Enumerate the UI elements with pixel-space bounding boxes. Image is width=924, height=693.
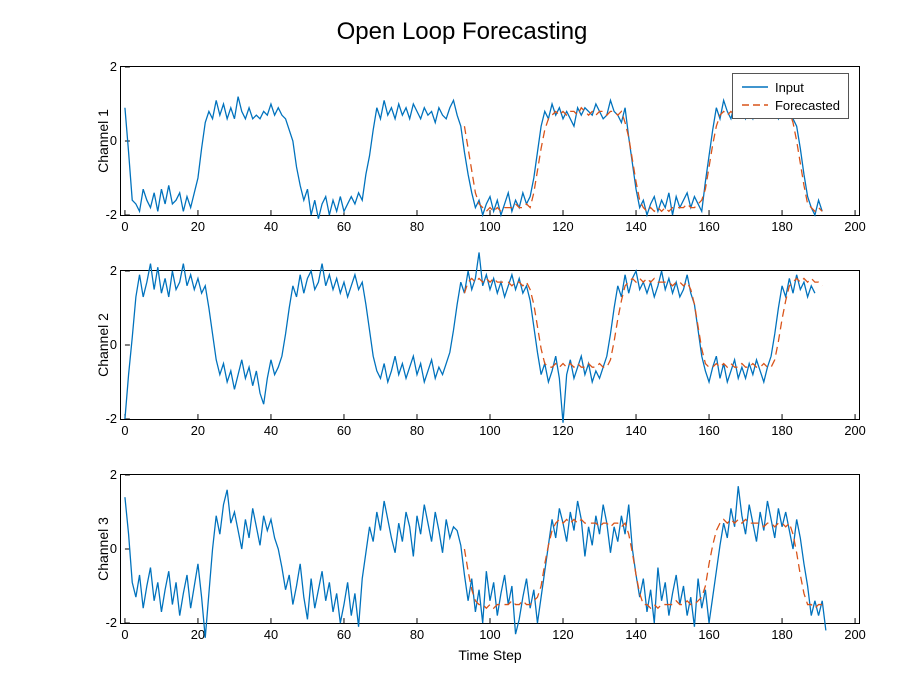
svg-text:160: 160 — [698, 627, 719, 642]
svg-text:2: 2 — [110, 263, 117, 278]
legend-item-input: Input — [741, 78, 840, 96]
xlabel: Time Step — [121, 647, 859, 663]
svg-text:120: 120 — [552, 627, 573, 642]
svg-text:60: 60 — [337, 219, 351, 234]
svg-text:100: 100 — [479, 627, 500, 642]
legend-label-input: Input — [775, 80, 804, 95]
plot-svg: 020406080100120140160180200-202 — [121, 475, 859, 623]
chart-panel-1: Channel 1020406080100120140160180200-202… — [120, 66, 860, 216]
svg-text:0: 0 — [121, 219, 128, 234]
svg-text:-2: -2 — [106, 207, 117, 222]
svg-text:0: 0 — [110, 541, 117, 556]
plot-svg: 020406080100120140160180200-202 — [121, 271, 859, 419]
legend: Input Forecasted — [732, 73, 849, 119]
figure: Open Loop Forecasting Channel 1020406080… — [0, 0, 924, 693]
ylabel: Channel 1 — [95, 109, 111, 173]
svg-text:-2: -2 — [106, 411, 117, 426]
svg-text:20: 20 — [191, 423, 205, 438]
svg-text:40: 40 — [264, 627, 278, 642]
svg-text:120: 120 — [552, 423, 573, 438]
legend-label-forecasted: Forecasted — [775, 98, 840, 113]
svg-text:20: 20 — [191, 627, 205, 642]
svg-text:160: 160 — [698, 219, 719, 234]
chart-title: Open Loop Forecasting — [0, 18, 924, 46]
series-input — [125, 486, 826, 638]
ylabel: Channel 3 — [95, 517, 111, 581]
series-input — [125, 97, 822, 219]
svg-text:200: 200 — [844, 423, 865, 438]
legend-item-forecasted: Forecasted — [741, 96, 840, 114]
svg-text:200: 200 — [844, 219, 865, 234]
svg-text:0: 0 — [110, 337, 117, 352]
chart-panel-2: Channel 2020406080100120140160180200-202 — [120, 270, 860, 420]
svg-text:120: 120 — [552, 219, 573, 234]
svg-text:180: 180 — [771, 627, 792, 642]
legend-swatch-forecasted — [741, 99, 769, 111]
legend-swatch-input — [741, 81, 769, 93]
svg-text:100: 100 — [479, 219, 500, 234]
series-forecasted — [464, 278, 822, 367]
svg-text:180: 180 — [771, 423, 792, 438]
chart-panel-3: Channel 3020406080100120140160180200-202… — [120, 474, 860, 624]
svg-text:60: 60 — [337, 627, 351, 642]
svg-text:2: 2 — [110, 467, 117, 482]
svg-text:40: 40 — [264, 219, 278, 234]
svg-text:140: 140 — [625, 219, 646, 234]
series-forecasted — [464, 108, 822, 212]
series-forecasted — [464, 519, 822, 608]
svg-text:80: 80 — [410, 219, 424, 234]
svg-text:-2: -2 — [106, 615, 117, 630]
ylabel: Channel 2 — [95, 313, 111, 377]
svg-text:180: 180 — [771, 219, 792, 234]
svg-text:60: 60 — [337, 423, 351, 438]
series-input — [125, 252, 815, 422]
svg-text:20: 20 — [191, 219, 205, 234]
svg-text:200: 200 — [844, 627, 865, 642]
svg-text:140: 140 — [625, 627, 646, 642]
svg-text:0: 0 — [121, 423, 128, 438]
svg-text:80: 80 — [410, 423, 424, 438]
svg-text:0: 0 — [121, 627, 128, 642]
svg-text:40: 40 — [264, 423, 278, 438]
svg-text:0: 0 — [110, 133, 117, 148]
svg-text:100: 100 — [479, 423, 500, 438]
svg-text:80: 80 — [410, 627, 424, 642]
svg-text:2: 2 — [110, 59, 117, 74]
svg-text:140: 140 — [625, 423, 646, 438]
svg-text:160: 160 — [698, 423, 719, 438]
